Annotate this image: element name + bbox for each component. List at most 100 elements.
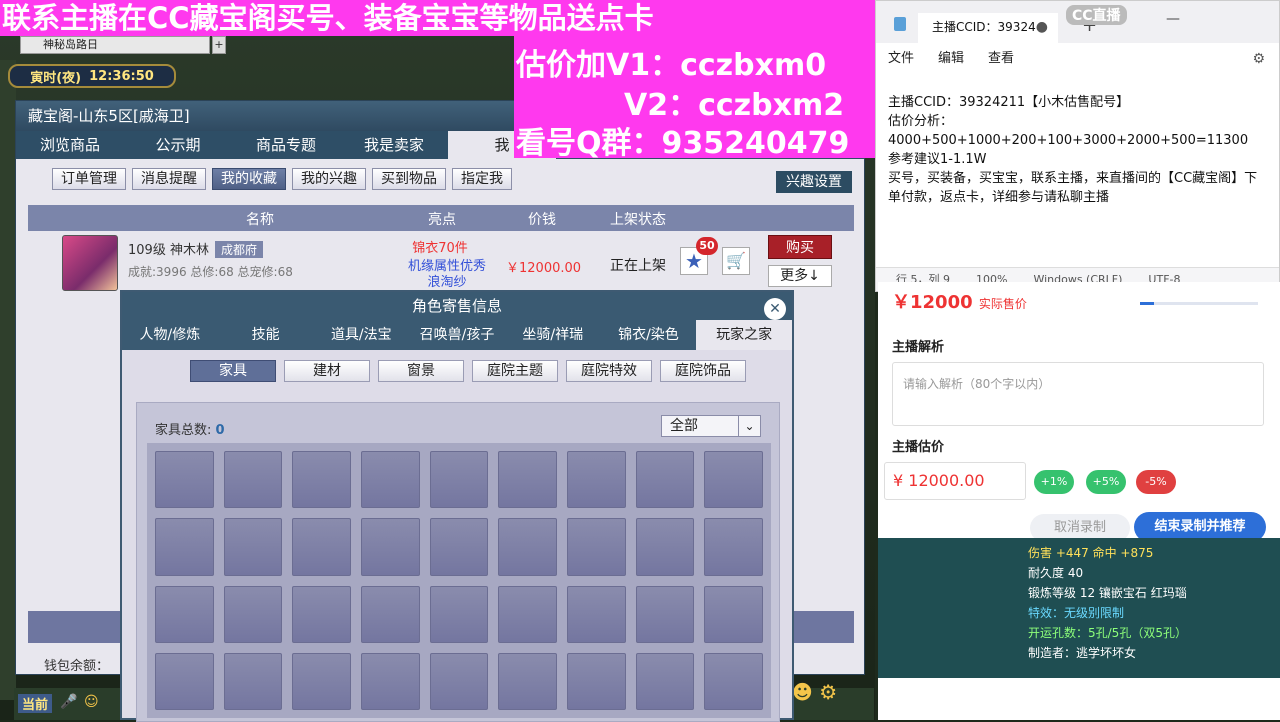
furniture-slot[interactable] — [498, 518, 557, 576]
furniture-slot[interactable] — [567, 652, 626, 710]
city-badge: 成都府 — [214, 241, 263, 258]
unsaved-dot-icon[interactable]: ● — [1036, 13, 1048, 41]
furniture-slot[interactable] — [429, 652, 489, 710]
menu-file[interactable]: 文件 — [888, 45, 914, 73]
furniture-slot[interactable] — [361, 652, 420, 710]
furniture-filter-select[interactable]: 全部 ⌄ — [661, 415, 761, 437]
new-tab-button[interactable]: + — [212, 36, 226, 54]
notepad-tab[interactable]: 主播CCID：39324 ● — [918, 13, 1058, 43]
tab-topics[interactable]: 商品专题 — [232, 131, 340, 159]
furniture-slot[interactable] — [567, 451, 626, 509]
furniture-slot[interactable] — [704, 652, 763, 710]
furniture-slot[interactable] — [498, 451, 557, 509]
furniture-slot[interactable] — [498, 652, 557, 710]
tooltip-line: 锻炼等级 12 镶嵌宝石 红玛瑙 — [1028, 586, 1187, 600]
more-button[interactable]: 更多↓ — [768, 265, 832, 287]
microphone-icon[interactable]: 🎤 — [60, 694, 77, 710]
furniture-slot[interactable] — [635, 518, 695, 576]
furniture-slot[interactable] — [155, 652, 214, 710]
game-left-strip — [0, 60, 16, 700]
emoji-icon[interactable]: ☺ — [84, 694, 99, 710]
minimize-icon[interactable]: — — [1166, 11, 1180, 27]
furniture-slot[interactable] — [361, 518, 420, 576]
furniture-slot[interactable] — [429, 585, 489, 643]
tab-seller[interactable]: 我是卖家 — [340, 131, 448, 159]
subtab-messages[interactable]: 消息提醒 — [132, 168, 206, 190]
text-line: 买号，买装备，买宝宝，联系主播，来直播间的【CC藏宝阁】下单付款，返点卡，详细参… — [888, 171, 1258, 205]
subtab-yard-effect[interactable]: 庭院特效 — [566, 360, 652, 382]
furniture-slot[interactable] — [292, 518, 351, 576]
plus-1-percent-button[interactable]: +1% — [1034, 470, 1074, 494]
furniture-slot[interactable] — [635, 451, 695, 509]
furniture-slot[interactable] — [429, 518, 489, 576]
subtab-yard-theme[interactable]: 庭院主题 — [472, 360, 558, 382]
furniture-slot[interactable] — [567, 585, 626, 643]
furniture-slot[interactable] — [223, 652, 283, 710]
notepad-text-area[interactable]: 主播CCID：39324211【小木估售配号】 估价分析： 4000+500+1… — [888, 93, 1268, 207]
col-status: 上架状态 — [610, 212, 666, 228]
tab-character[interactable]: 人物/修炼 — [122, 320, 218, 350]
notepad-tab-title: 主播CCID：39324 — [932, 20, 1036, 34]
subtab-orders[interactable]: 订单管理 — [52, 168, 126, 190]
tab-browse[interactable]: 浏览商品 — [16, 131, 124, 159]
gear-icon[interactable]: ⚙ — [1252, 51, 1265, 67]
tab-mounts[interactable]: 坐骑/祥瑞 — [505, 320, 601, 350]
furniture-slot[interactable] — [704, 585, 763, 643]
close-icon[interactable]: ✕ — [764, 298, 786, 320]
interest-settings-button[interactable]: 兴趣设置 — [776, 171, 852, 193]
furniture-slot[interactable] — [292, 585, 351, 643]
subtab-interests[interactable]: 我的兴趣 — [292, 168, 366, 190]
furniture-slot[interactable] — [704, 451, 763, 509]
blurred-area — [878, 678, 1280, 720]
furniture-slot[interactable] — [498, 585, 557, 643]
subtab-furniture[interactable]: 家具 — [190, 360, 276, 382]
estimate-input[interactable]: ¥ 12000.00 — [884, 462, 1026, 500]
menu-edit[interactable]: 编辑 — [938, 45, 964, 73]
browser-tab[interactable]: 神秘岛路日 — [20, 36, 210, 54]
menu-view[interactable]: 查看 — [988, 45, 1014, 73]
minus-5-percent-button[interactable]: -5% — [1136, 470, 1176, 494]
promo-contacts: 估价加V1：cczbxm0 V2：cczbxm2 看号Q群：935240479 — [514, 36, 875, 161]
subtab-window[interactable]: 窗景 — [378, 360, 464, 382]
furniture-slot[interactable] — [361, 451, 420, 509]
furniture-slot[interactable] — [635, 652, 695, 710]
current-channel-button[interactable]: 当前 — [18, 694, 53, 713]
furniture-slot[interactable] — [155, 585, 214, 643]
list-header: 名称 亮点 价钱 上架状态 — [28, 205, 854, 231]
furniture-slot[interactable] — [155, 451, 214, 509]
furniture-slot[interactable] — [292, 652, 351, 710]
tab-pets[interactable]: 召唤兽/孩子 — [409, 320, 505, 350]
furniture-slot[interactable] — [567, 518, 626, 576]
tab-items[interactable]: 道具/法宝 — [313, 320, 409, 350]
furniture-slot[interactable] — [429, 451, 489, 509]
furniture-count: 家具总数: 0 — [155, 419, 225, 438]
subtab-materials[interactable]: 建材 — [284, 360, 370, 382]
sub-tabs: 订单管理 消息提醒 我的收藏 我的兴趣 买到物品 指定我 — [16, 159, 864, 199]
highlight-1: 锦衣70件 — [412, 241, 468, 256]
furniture-slot[interactable] — [223, 585, 283, 643]
avatar[interactable] — [62, 235, 118, 291]
table-row[interactable]: 109级 神木林 成都府 成就:3996 总修:68 总宠修:68 锦衣70件 机… — [28, 231, 854, 291]
cart-icon[interactable]: 🛒 — [722, 247, 750, 275]
tab-skills[interactable]: 技能 — [218, 320, 314, 350]
plus-5-percent-button[interactable]: +5% — [1086, 470, 1126, 494]
furniture-slot[interactable] — [223, 518, 283, 576]
subtab-assigned[interactable]: 指定我 — [452, 168, 512, 190]
tab-notice[interactable]: 公示期 — [124, 131, 232, 159]
subtab-yard-deco[interactable]: 庭院饰品 — [660, 360, 746, 382]
furniture-slot[interactable] — [223, 451, 283, 509]
tab-home[interactable]: 玩家之家 — [696, 320, 793, 350]
furniture-slot[interactable] — [155, 518, 214, 576]
furniture-slot[interactable] — [704, 518, 763, 576]
furniture-slot[interactable] — [361, 585, 420, 643]
furniture-slot[interactable] — [292, 451, 351, 509]
tab-outfits[interactable]: 锦衣/染色 — [601, 320, 697, 350]
subtab-bought[interactable]: 买到物品 — [372, 168, 446, 190]
analysis-input[interactable]: 请输入解析（80个字以内） — [892, 362, 1264, 426]
subtab-favorites[interactable]: 我的收藏 — [212, 168, 286, 190]
buy-button[interactable]: 购买 — [768, 235, 832, 259]
furniture-slot[interactable] — [635, 585, 695, 643]
chevron-down-icon[interactable]: ⌄ — [738, 416, 760, 436]
notepad-titlebar: 主播CCID：39324 ● + — CC直播 — [876, 1, 1279, 43]
game-menu-icons[interactable]: ☻ ⚙ — [792, 680, 872, 716]
